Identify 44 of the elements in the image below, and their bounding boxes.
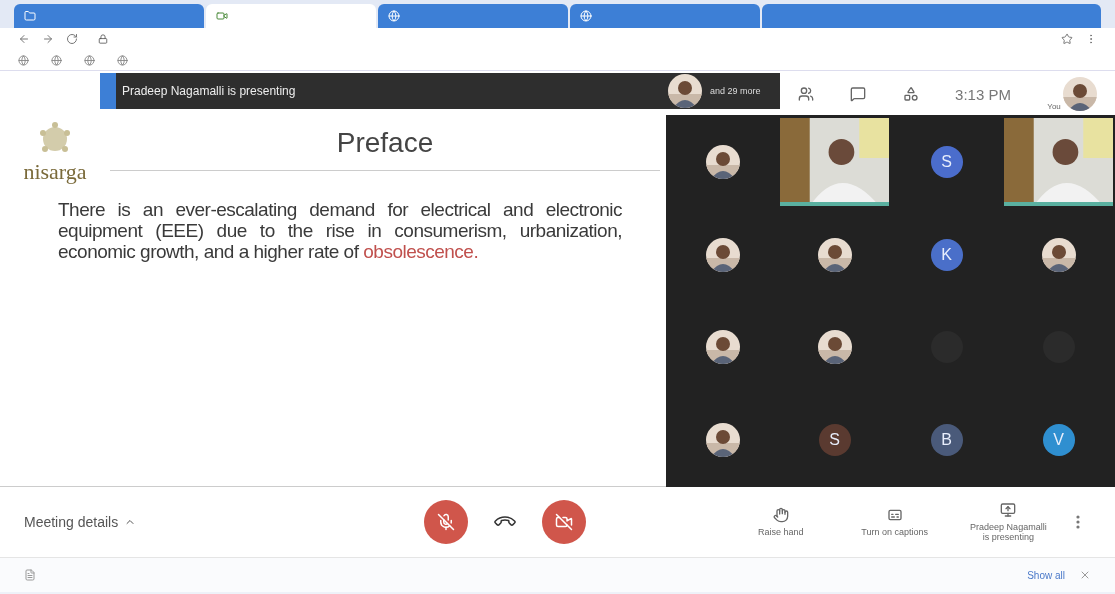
participant-avatar: S: [930, 145, 963, 178]
slide-title: Preface: [336, 126, 434, 159]
hand-icon: [772, 507, 789, 523]
more-options-button[interactable]: [1076, 515, 1081, 529]
chat-icon[interactable]: [850, 86, 867, 102]
logo-text: nisarga: [23, 159, 87, 185]
globe-icon: [580, 10, 592, 22]
globe-icon[interactable]: [51, 54, 62, 66]
globe-icon[interactable]: [117, 54, 128, 66]
slide-paragraph: There is an ever-escalating demand for electrical and electronic equipment (EEE) due to the rise in consumerism, urbanization, economic growth, and a higher rate of obsolescence.: [58, 199, 622, 262]
participant-avatar: S: [818, 424, 851, 457]
camera-button[interactable]: [542, 500, 586, 544]
present-screen-icon: [1000, 502, 1017, 518]
globe-icon[interactable]: [84, 54, 95, 66]
people-icon[interactable]: [798, 86, 815, 102]
show-all-link[interactable]: Show all: [1021, 568, 1071, 582]
back-icon[interactable]: [18, 33, 30, 45]
camera-off-icon: [555, 513, 573, 531]
action-button[interactable]: Pradeep Nagamalli is presenting: [962, 501, 1055, 543]
close-button[interactable]: [1079, 569, 1091, 581]
camera-icon: [216, 10, 228, 22]
reload-icon[interactable]: [66, 33, 78, 45]
microphone-button[interactable]: [424, 500, 468, 544]
participant-avatar: B: [930, 424, 963, 457]
participants-label: and 29 more: [710, 85, 762, 97]
participant-avatar: K: [930, 238, 963, 271]
presenting-title: Pradeep Nagamalli is presenting: [122, 84, 297, 98]
captions-icon: [886, 507, 903, 523]
globe-icon: [388, 10, 400, 22]
meeting-details-button[interactable]: Meeting details: [24, 514, 424, 530]
star-icon[interactable]: [1061, 33, 1073, 45]
folder-icon: [24, 10, 36, 22]
forward-icon[interactable]: [42, 33, 54, 45]
participant-avatar: V: [1042, 424, 1075, 457]
close-icon: [1079, 569, 1091, 581]
more-icon: [1076, 515, 1081, 529]
self-label: You: [1047, 102, 1061, 111]
globe-icon[interactable]: [18, 54, 29, 66]
mic-off-icon: [437, 513, 455, 531]
file-icon[interactable]: [24, 569, 36, 581]
clock-time: 3:13 PM: [955, 85, 1011, 103]
shapes-icon[interactable]: [902, 86, 919, 102]
action-button[interactable]: Turn on captions: [848, 506, 941, 538]
action-button[interactable]: Raise hand: [734, 506, 827, 538]
